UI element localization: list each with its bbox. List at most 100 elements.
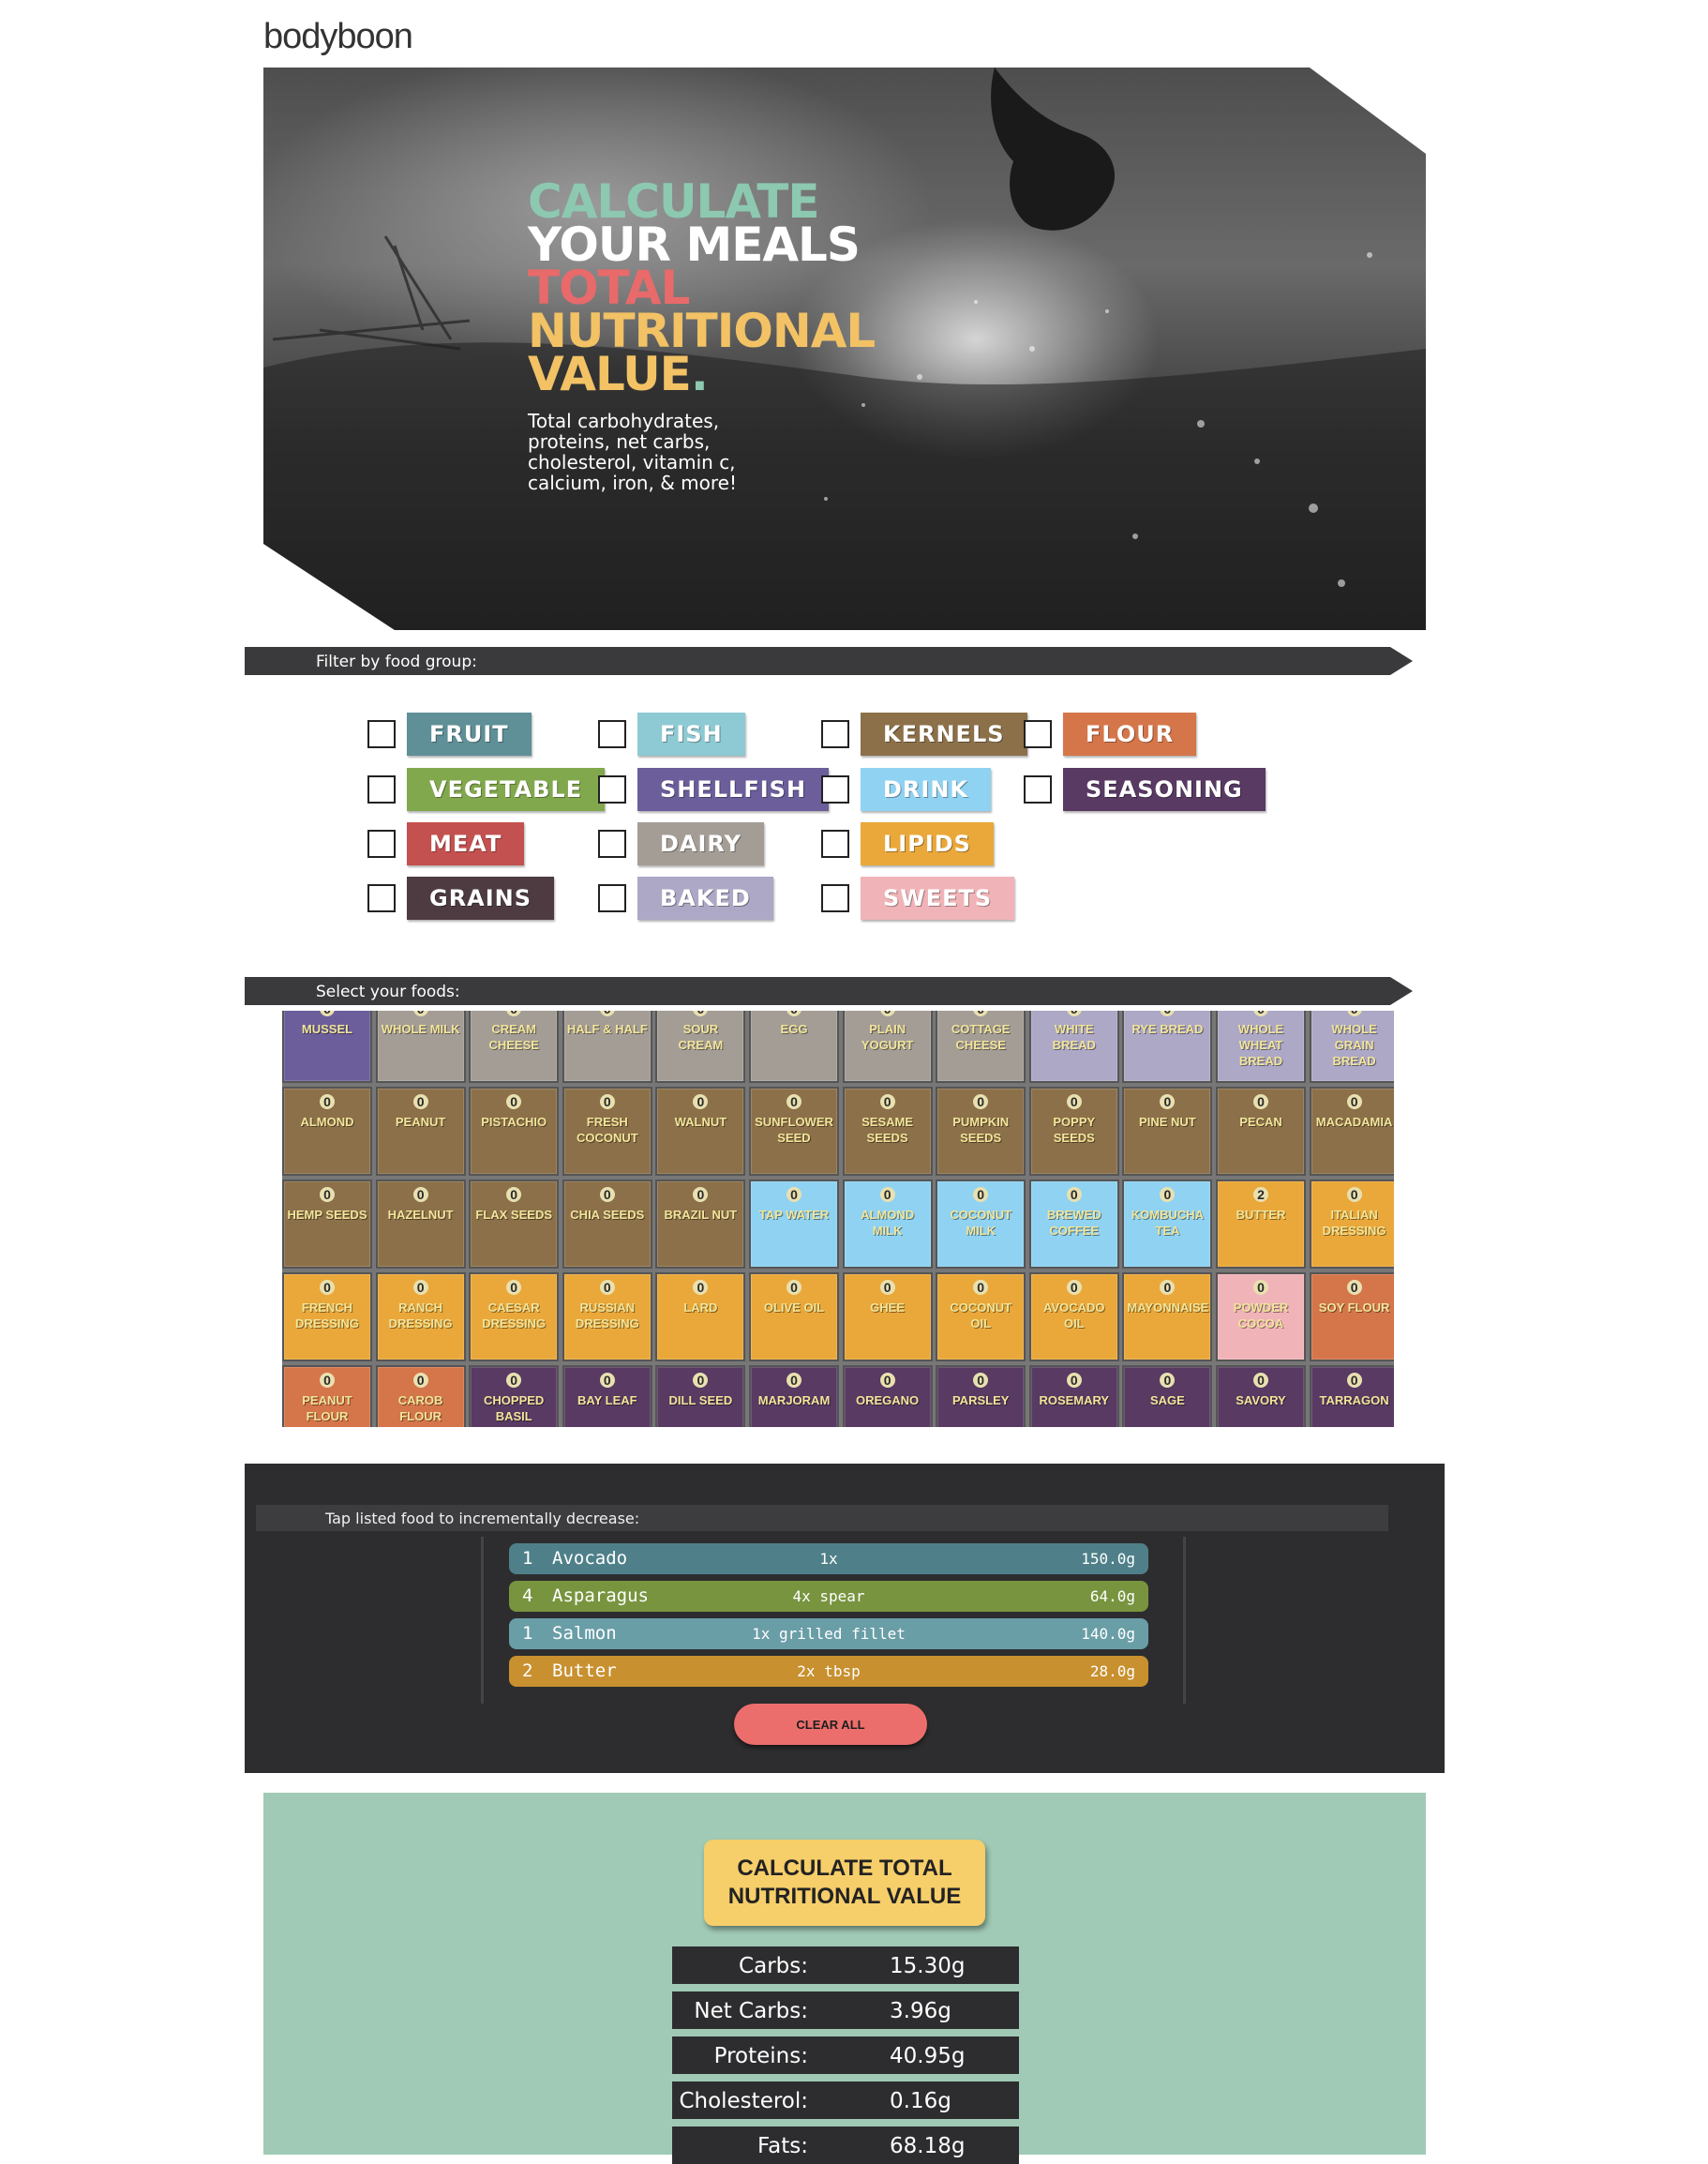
- filter-checkbox[interactable]: [821, 775, 849, 804]
- food-tile[interactable]: 0 SOUR CREAM: [655, 1011, 746, 1083]
- filter-option-lipids[interactable]: LIPIDS: [821, 822, 994, 865]
- food-tile[interactable]: 0 COTTAGE CHEESE: [936, 1011, 1026, 1083]
- filter-checkbox[interactable]: [598, 775, 626, 804]
- food-tile[interactable]: 0 RANCH DRESSING: [375, 1272, 466, 1361]
- filter-checkbox[interactable]: [367, 830, 396, 858]
- food-tile[interactable]: 0 PISTACHIO: [469, 1087, 560, 1176]
- filter-option-sweets[interactable]: SWEETS: [821, 877, 1015, 920]
- filter-checkbox[interactable]: [821, 884, 849, 912]
- filter-chip-drink[interactable]: DRINK: [861, 768, 992, 811]
- filter-checkbox[interactable]: [821, 830, 849, 858]
- food-tile[interactable]: 0 TARRAGON: [1309, 1365, 1394, 1427]
- food-tile[interactable]: 0 ALMOND MILK: [842, 1180, 933, 1269]
- food-tile[interactable]: 0 MUSSEL: [282, 1011, 372, 1083]
- food-tile[interactable]: 0 ALMOND: [282, 1087, 372, 1176]
- filter-chip-sweets[interactable]: SWEETS: [861, 877, 1015, 920]
- selected-food-row[interactable]: 1 Salmon 1x grilled fillet 140.0g: [509, 1618, 1148, 1649]
- filter-checkbox[interactable]: [598, 830, 626, 858]
- food-tile[interactable]: 0 FRESH COCONUT: [562, 1087, 652, 1176]
- food-tile[interactable]: 0 SOY FLOUR: [1309, 1272, 1394, 1361]
- food-tile[interactable]: 0 MACADAMIA: [1309, 1087, 1394, 1176]
- filter-option-baked[interactable]: BAKED: [598, 877, 773, 920]
- food-tile[interactable]: 0 ITALIAN DRESSING: [1309, 1180, 1394, 1269]
- food-tile[interactable]: 0 HEMP SEEDS: [282, 1180, 372, 1269]
- selected-food-row[interactable]: 1 Avocado 1x 150.0g: [509, 1543, 1148, 1574]
- filter-option-meat[interactable]: MEAT: [367, 822, 525, 865]
- food-tile[interactable]: 0 WALNUT: [655, 1087, 746, 1176]
- filter-option-drink[interactable]: DRINK: [821, 768, 992, 811]
- food-tile[interactable]: 0 SESAME SEEDS: [842, 1087, 933, 1176]
- food-tile[interactable]: 0 PEANUT FLOUR: [282, 1365, 372, 1427]
- filter-chip-meat[interactable]: MEAT: [407, 822, 525, 865]
- food-tile[interactable]: 0 BAY LEAF: [562, 1365, 652, 1427]
- food-tile[interactable]: 0 WHOLE GRAIN BREAD: [1309, 1011, 1394, 1083]
- food-tile[interactable]: 0 PARSLEY: [936, 1365, 1026, 1427]
- filter-chip-shellfish[interactable]: SHELLFISH: [637, 768, 830, 811]
- filter-option-fish[interactable]: FISH: [598, 713, 745, 756]
- filter-chip-grains[interactable]: GRAINS: [407, 877, 555, 920]
- food-tile[interactable]: 0 HAZELNUT: [375, 1180, 466, 1269]
- food-tile[interactable]: 0 PEANUT: [375, 1087, 466, 1176]
- food-tile[interactable]: 0 CHOPPED BASIL: [469, 1365, 560, 1427]
- food-tile[interactable]: 0 CHIA SEEDS: [562, 1180, 652, 1269]
- food-tile[interactable]: 0 PINE NUT: [1122, 1087, 1213, 1176]
- filter-option-grains[interactable]: GRAINS: [367, 877, 555, 920]
- food-tile[interactable]: 0 SAVORY: [1216, 1365, 1306, 1427]
- food-tile[interactable]: 0 PECAN: [1216, 1087, 1306, 1176]
- food-tile[interactable]: 0 PUMPKIN SEEDS: [936, 1087, 1026, 1176]
- filter-option-dairy[interactable]: DAIRY: [598, 822, 764, 865]
- food-tile[interactable]: 0 OREGANO: [842, 1365, 933, 1427]
- filter-checkbox[interactable]: [367, 884, 396, 912]
- filter-checkbox[interactable]: [598, 720, 626, 748]
- selected-food-row[interactable]: 4 Asparagus 4x spear 64.0g: [509, 1581, 1148, 1612]
- filter-option-vegetable[interactable]: VEGETABLE: [367, 768, 606, 811]
- filter-option-shellfish[interactable]: SHELLFISH: [598, 768, 830, 811]
- selected-food-row[interactable]: 2 Butter 2x tbsp 28.0g: [509, 1656, 1148, 1687]
- filter-option-seasoning[interactable]: SEASONING: [1024, 768, 1266, 811]
- food-tile[interactable]: 0 BRAZIL NUT: [655, 1180, 746, 1269]
- food-tile[interactable]: 0 GHEE: [842, 1272, 933, 1361]
- food-tile[interactable]: 0 RUSSIAN DRESSING: [562, 1272, 652, 1361]
- food-tile[interactable]: 2 BUTTER: [1216, 1180, 1306, 1269]
- food-tile[interactable]: 0 EGG: [749, 1011, 839, 1083]
- food-tile[interactable]: 0 LARD: [655, 1272, 746, 1361]
- filter-chip-fruit[interactable]: FRUIT: [407, 713, 532, 756]
- filter-checkbox[interactable]: [1024, 775, 1052, 804]
- clear-all-button[interactable]: CLEAR ALL: [734, 1704, 927, 1745]
- filter-chip-dairy[interactable]: DAIRY: [637, 822, 764, 865]
- food-tile[interactable]: 0 BREWED COFFEE: [1028, 1180, 1119, 1269]
- filter-option-kernels[interactable]: KERNELS: [821, 713, 1027, 756]
- food-tile[interactable]: 0 RYE BREAD: [1122, 1011, 1213, 1083]
- filter-option-fruit[interactable]: FRUIT: [367, 713, 532, 756]
- food-tile[interactable]: 0 HALF & HALF: [562, 1011, 652, 1083]
- food-tile[interactable]: 0 POWDER COCOA: [1216, 1272, 1306, 1361]
- food-tile[interactable]: 0 CREAM CHEESE: [469, 1011, 560, 1083]
- food-tile[interactable]: 0 PLAIN YOGURT: [842, 1011, 933, 1083]
- food-tile[interactable]: 0 MARJORAM: [749, 1365, 839, 1427]
- filter-chip-seasoning[interactable]: SEASONING: [1063, 768, 1266, 811]
- food-tile[interactable]: 0 SUNFLOWER SEED: [749, 1087, 839, 1176]
- food-tile[interactable]: 0 WHOLE WHEAT BREAD: [1216, 1011, 1306, 1083]
- filter-checkbox[interactable]: [598, 884, 626, 912]
- food-tile[interactable]: 0 ROSEMARY: [1028, 1365, 1119, 1427]
- food-tile[interactable]: 0 TAP WATER: [749, 1180, 839, 1269]
- filter-checkbox[interactable]: [821, 720, 849, 748]
- food-tile[interactable]: 0 CAROB FLOUR: [375, 1365, 466, 1427]
- food-tile[interactable]: 0 SAGE: [1122, 1365, 1213, 1427]
- food-tile[interactable]: 0 FLAX SEEDS: [469, 1180, 560, 1269]
- food-tile[interactable]: 0 DILL SEED: [655, 1365, 746, 1427]
- food-tile[interactable]: 0 COCONUT OIL: [936, 1272, 1026, 1361]
- filter-checkbox[interactable]: [367, 720, 396, 748]
- food-tile[interactable]: 0 POPPY SEEDS: [1028, 1087, 1119, 1176]
- filter-checkbox[interactable]: [1024, 720, 1052, 748]
- calculate-button[interactable]: CALCULATE TOTAL NUTRITIONAL VALUE: [704, 1840, 985, 1926]
- food-tile[interactable]: 0 CAESAR DRESSING: [469, 1272, 560, 1361]
- brand-logo[interactable]: bodyboon: [263, 17, 413, 57]
- food-tile[interactable]: 0 MAYONNAISE: [1122, 1272, 1213, 1361]
- food-tile[interactable]: 0 WHOLE MILK: [375, 1011, 466, 1083]
- filter-checkbox[interactable]: [367, 775, 396, 804]
- filter-option-flour[interactable]: FLOUR: [1024, 713, 1197, 756]
- food-tile[interactable]: 0 COCONUT MILK: [936, 1180, 1026, 1269]
- food-tile[interactable]: 0 WHITE BREAD: [1028, 1011, 1119, 1083]
- filter-chip-lipids[interactable]: LIPIDS: [861, 822, 994, 865]
